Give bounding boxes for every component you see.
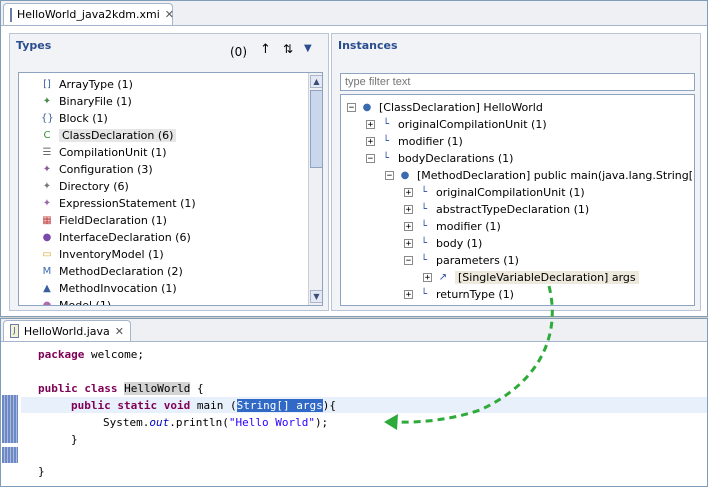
arrow-head xyxy=(384,414,398,430)
link-arrow xyxy=(384,285,554,430)
